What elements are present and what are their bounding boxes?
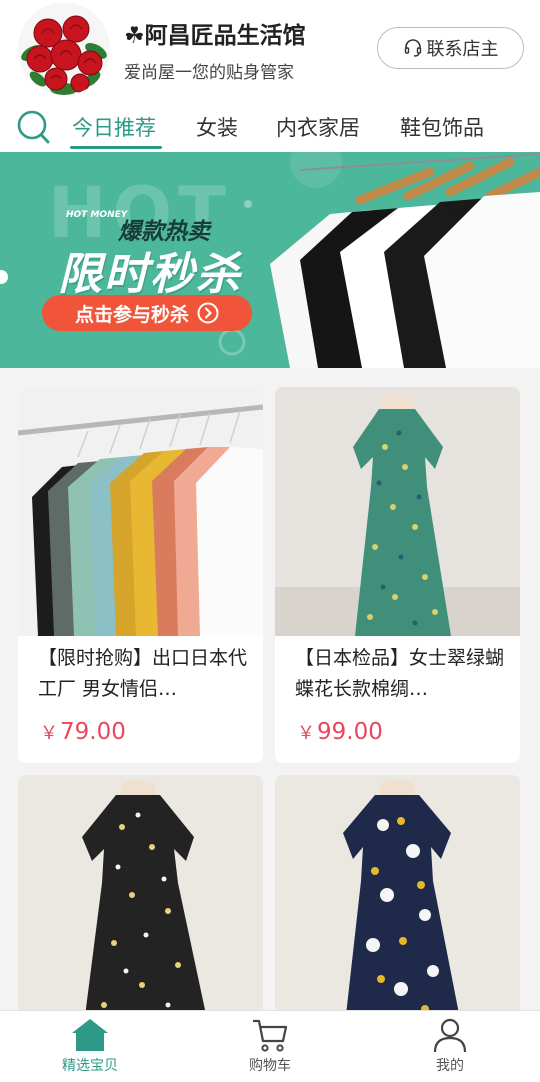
tab-underwear-home[interactable]: 内衣家居 — [276, 112, 360, 142]
shop-name: ☘阿昌匠品生活馆 — [124, 23, 306, 49]
shop-avatar[interactable] — [18, 3, 110, 95]
bottom-navigation: 精选宝贝 购物车 我的 — [0, 1010, 540, 1082]
nav-me-label: 我的 — [436, 1058, 464, 1074]
shop-slogan: 爱尚屋一您的贴身管家 — [124, 63, 294, 83]
active-tab-indicator — [70, 146, 162, 149]
flash-sale-banner[interactable]: HOT HOT MONEY 爆款热卖 限时秒杀 点击参与秒杀 — [0, 152, 540, 368]
product-image-black-floral-dress — [18, 775, 263, 1015]
price-value: 79.00 — [60, 719, 126, 745]
headset-icon — [404, 39, 421, 57]
product-image-navy-floral-dress — [275, 775, 520, 1015]
tab-shoes-bags[interactable]: 鞋包饰品 — [400, 112, 484, 142]
nav-cart[interactable]: 购物车 — [180, 1011, 360, 1082]
nav-featured-label: 精选宝贝 — [62, 1058, 118, 1074]
product-card[interactable] — [18, 775, 263, 1015]
currency-symbol: ￥ — [297, 723, 315, 744]
contact-seller-label: 联系店主 — [426, 39, 499, 60]
join-flash-sale-button[interactable]: 点击参与秒杀 — [42, 295, 252, 331]
product-price: ￥99.00 — [297, 719, 383, 745]
product-price: ￥79.00 — [40, 719, 126, 745]
home-icon — [72, 1019, 108, 1051]
nav-cart-label: 购物车 — [249, 1058, 291, 1074]
chevron-right-circle-icon — [197, 302, 219, 324]
banner-title: 限时秒杀 — [58, 249, 242, 300]
tab-womens-wear[interactable]: 女装 — [196, 112, 238, 142]
product-image-tshirts — [18, 387, 263, 636]
product-card[interactable]: 【日本检品】女士翠绿蝴蝶花长款棉绸… ￥99.00 — [275, 387, 520, 763]
cart-icon — [253, 1019, 288, 1052]
user-icon — [433, 1018, 467, 1053]
product-title: 【日本检品】女士翠绿蝴蝶花长款棉绸… — [295, 647, 505, 700]
contact-seller-button[interactable]: 联系店主 — [377, 27, 524, 69]
roses-image — [18, 3, 110, 95]
product-card[interactable]: 【限时抢购】出口日本代工厂 男女情侣… ￥79.00 — [18, 387, 263, 763]
shop-header: ☘阿昌匠品生活馆 爱尚屋一您的贴身管家 联系店主 — [0, 0, 540, 100]
currency-symbol: ￥ — [40, 723, 58, 744]
search-icon[interactable] — [16, 109, 50, 145]
nav-featured[interactable]: 精选宝贝 — [0, 1011, 180, 1082]
category-tabs: 今日推荐 女装 内衣家居 鞋包饰品 — [0, 100, 540, 152]
product-card[interactable] — [275, 775, 520, 1015]
tab-today-recommend[interactable]: 今日推荐 — [72, 112, 156, 142]
product-image-green-floral-dress — [275, 387, 520, 636]
price-value: 99.00 — [317, 719, 383, 745]
product-title: 【限时抢购】出口日本代工厂 男女情侣… — [38, 647, 248, 700]
join-flash-sale-label: 点击参与秒杀 — [74, 303, 189, 326]
nav-me[interactable]: 我的 — [360, 1011, 540, 1082]
